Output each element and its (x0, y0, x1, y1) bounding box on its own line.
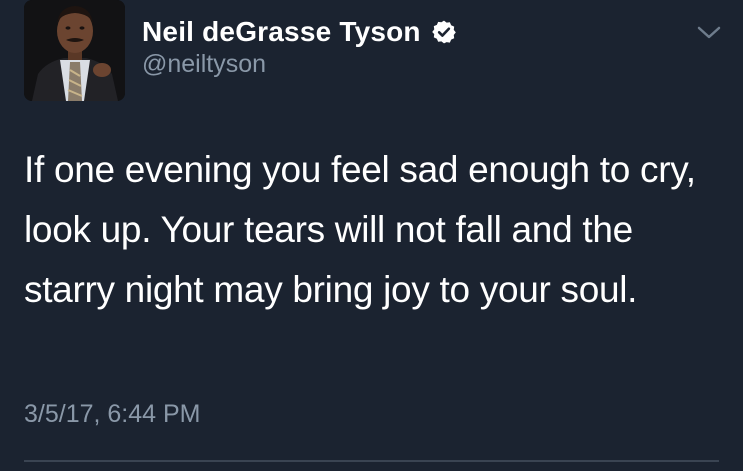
verified-badge-icon (431, 19, 457, 45)
divider (24, 460, 719, 462)
tweet-card: Neil deGrasse Tyson @neiltyson If one ev… (0, 0, 743, 471)
display-name[interactable]: Neil deGrasse Tyson (142, 16, 421, 48)
tweet-timestamp: 3/5/17, 6:44 PM (24, 400, 201, 428)
avatar-image (24, 0, 125, 101)
user-handle[interactable]: @neiltyson (142, 50, 266, 79)
chevron-down-icon[interactable] (696, 22, 722, 42)
avatar[interactable] (24, 0, 125, 101)
tweet-text: If one evening you feel sad enough to cr… (24, 149, 696, 310)
author-name-row[interactable]: Neil deGrasse Tyson (142, 14, 457, 50)
